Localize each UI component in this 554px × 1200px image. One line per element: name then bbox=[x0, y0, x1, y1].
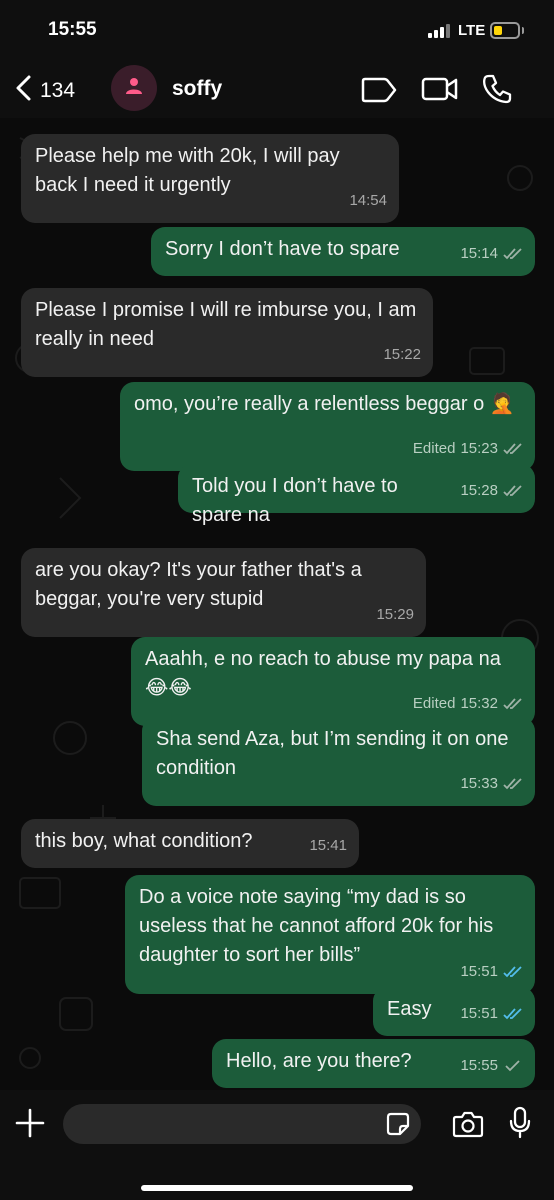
outgoing-message[interactable]: Sha send Aza, but I’m sending it on one … bbox=[142, 717, 535, 806]
message-time: 15:51 bbox=[460, 963, 498, 980]
message-meta: 15:41 bbox=[309, 831, 347, 860]
status-time: 15:55 bbox=[48, 19, 97, 40]
message-time: 15:33 bbox=[460, 775, 498, 792]
plus-icon[interactable] bbox=[14, 1107, 46, 1144]
incoming-message[interactable]: Please help me with 20k, I will pay back… bbox=[21, 134, 399, 223]
message-text: are you okay? It's your father that's a … bbox=[35, 559, 362, 610]
message-text: Please I promise I will re imburse you, … bbox=[35, 299, 417, 350]
outgoing-message[interactable]: omo, you’re really a relentless beggar o… bbox=[120, 382, 535, 471]
message-meta: 15:51 bbox=[460, 957, 523, 986]
message-meta: 15:28 bbox=[460, 476, 523, 505]
incoming-message[interactable]: Please I promise I will re imburse you, … bbox=[21, 288, 433, 377]
chevron-left-icon bbox=[14, 74, 34, 107]
message-time: 15:51 bbox=[460, 1005, 498, 1022]
message-text: this boy, what condition? bbox=[35, 830, 253, 852]
battery-icon bbox=[490, 22, 520, 39]
incoming-message[interactable]: are you okay? It's your father that's a … bbox=[21, 548, 426, 637]
message-meta: 15:14 bbox=[460, 239, 523, 268]
message-time: 15:41 bbox=[309, 837, 347, 854]
delivered-tick-icon bbox=[503, 247, 522, 259]
message-meta: 15:51 bbox=[460, 999, 523, 1028]
message-meta: 15:22 bbox=[383, 340, 421, 369]
microphone-icon[interactable] bbox=[508, 1106, 532, 1145]
unread-count: 134 bbox=[40, 78, 76, 102]
delivered-tick-icon bbox=[503, 697, 522, 709]
outgoing-message[interactable]: Easy 15:51 bbox=[373, 987, 535, 1036]
message-text: omo, you’re really a relentless beggar o… bbox=[134, 393, 515, 415]
outgoing-message[interactable]: Do a voice note saying “my dad is so use… bbox=[125, 875, 535, 994]
edited-label: Edited bbox=[412, 695, 456, 712]
message-time: 15:55 bbox=[460, 1057, 498, 1074]
outgoing-message[interactable]: Told you I don’t have to spare na 15:28 bbox=[178, 464, 535, 526]
message-input[interactable] bbox=[63, 1104, 421, 1144]
message-time: 15:14 bbox=[460, 245, 498, 262]
message-meta: Edited 15:32 bbox=[413, 689, 523, 718]
message-time: 14:54 bbox=[349, 192, 387, 209]
avatar[interactable] bbox=[111, 65, 157, 111]
read-tick-icon bbox=[503, 965, 522, 977]
outgoing-message[interactable]: Sorry I don’t have to spare 15:14 bbox=[151, 227, 535, 276]
sent-tick-icon bbox=[505, 1059, 520, 1071]
delivered-tick-icon bbox=[503, 442, 522, 454]
message-meta: 15:55 bbox=[460, 1051, 523, 1080]
message-meta: Edited 15:23 bbox=[413, 434, 523, 463]
input-bar bbox=[0, 1090, 554, 1200]
video-call-icon[interactable] bbox=[421, 76, 459, 107]
read-tick-icon bbox=[503, 1007, 522, 1019]
network-label: LTE bbox=[458, 22, 486, 39]
message-meta: 15:29 bbox=[376, 600, 414, 629]
message-time: 15:32 bbox=[460, 695, 498, 712]
home-indicator bbox=[141, 1185, 413, 1191]
message-time: 15:29 bbox=[376, 606, 414, 623]
message-meta: 14:54 bbox=[349, 186, 387, 215]
message-time: 15:22 bbox=[383, 346, 421, 363]
message-meta: 15:33 bbox=[460, 769, 523, 798]
status-bar: 15:55 LTE bbox=[0, 0, 554, 60]
outgoing-message[interactable]: Hello, are you there? 15:55 bbox=[212, 1039, 535, 1088]
message-time: 15:23 bbox=[460, 440, 498, 457]
camera-icon[interactable] bbox=[452, 1110, 484, 1143]
person-icon bbox=[124, 76, 144, 101]
phone-icon[interactable] bbox=[482, 73, 512, 110]
message-text: Please help me with 20k, I will pay back… bbox=[35, 145, 340, 196]
chat-area[interactable]: Please help me with 20k, I will pay back… bbox=[0, 118, 554, 1090]
sticker-icon[interactable] bbox=[386, 1112, 410, 1141]
delivered-tick-icon bbox=[503, 777, 522, 789]
label-icon[interactable] bbox=[360, 77, 398, 108]
message-time: 15:28 bbox=[460, 482, 498, 499]
chat-header: 134 soffy bbox=[0, 60, 554, 118]
delivered-tick-icon bbox=[503, 484, 522, 496]
edited-label: Edited bbox=[412, 440, 456, 457]
back-button[interactable]: 134 bbox=[14, 74, 75, 107]
incoming-message[interactable]: this boy, what condition? 15:41 bbox=[21, 819, 359, 868]
contact-name[interactable]: soffy bbox=[172, 77, 222, 101]
outgoing-message[interactable]: Aaahh, e no reach to abuse my papa na 😂😂… bbox=[131, 637, 535, 726]
signal-icon bbox=[428, 24, 450, 38]
